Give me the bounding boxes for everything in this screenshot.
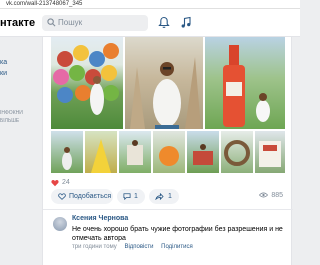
- vk-logo[interactable]: нтакте: [0, 17, 35, 29]
- comment-time[interactable]: три години тому: [72, 244, 117, 250]
- comment-text: Не очень хорошо брать чужие фотографии б…: [72, 226, 283, 242]
- like-outline-icon: [58, 193, 66, 200]
- like-button[interactable]: Подобається: [51, 189, 113, 204]
- vk-header: нтакте Пошук: [0, 9, 300, 37]
- comment-author[interactable]: Ксения Чернова: [72, 215, 128, 222]
- post-photo-1[interactable]: [51, 37, 123, 129]
- photo-woman-picture: [130, 57, 201, 129]
- search-icon: [47, 18, 56, 27]
- browser-address-bar[interactable]: vk.com/wall-213748067_345: [0, 0, 300, 9]
- post-thumb-6[interactable]: [221, 131, 253, 173]
- views-counter: 885: [259, 192, 283, 199]
- post-thumb-4[interactable]: [153, 131, 185, 173]
- left-nav: ка ки ІНФОКНИ БІЛЬШЕ: [0, 37, 40, 265]
- thumb-3-picture: [127, 140, 143, 165]
- thumb-5-picture: [193, 144, 213, 165]
- eye-icon: [259, 192, 269, 198]
- nav-item-2[interactable]: ки: [0, 70, 7, 77]
- post-thumb-7[interactable]: [255, 131, 285, 173]
- search-placeholder: Пошук: [58, 18, 83, 27]
- thumb-4-picture: [159, 146, 179, 166]
- post-photo-3[interactable]: [205, 37, 285, 129]
- reply-link[interactable]: Відповісти: [124, 244, 153, 250]
- thumb-7-picture: [259, 141, 281, 167]
- like-count: 24: [62, 179, 70, 186]
- views-count: 885: [271, 192, 283, 199]
- photo-bottle-picture: [223, 45, 270, 127]
- music-icon[interactable]: [180, 16, 192, 29]
- post-thumb-1[interactable]: [51, 131, 83, 173]
- comment-icon: [123, 193, 131, 200]
- repost-count: 1: [168, 193, 172, 200]
- nav-item-info[interactable]: ІНФОКНИ: [0, 110, 23, 116]
- share-arrow-icon: [155, 193, 164, 200]
- comment-meta: три години тому Відповісти Поділитися: [72, 244, 199, 250]
- heart-icon: [51, 180, 59, 187]
- post-thumb-3[interactable]: [119, 131, 151, 173]
- comment-count: 1: [134, 193, 138, 200]
- wall-post: 24 Подобається 1 1 885 Ксения Чернова Не…: [42, 37, 293, 265]
- photo-barrels-picture: [53, 43, 119, 115]
- like-button-label: Подобається: [69, 193, 112, 200]
- search-input[interactable]: Пошук: [42, 15, 148, 31]
- comments-divider: [43, 209, 293, 210]
- url-text[interactable]: vk.com/wall-213748067_345: [6, 0, 82, 9]
- nav-item-more[interactable]: БІЛЬШЕ: [0, 118, 19, 124]
- thumb-6-picture: [224, 140, 250, 166]
- avatar[interactable]: [53, 217, 67, 231]
- repost-button[interactable]: 1: [149, 189, 179, 204]
- post-photo-2[interactable]: [125, 37, 203, 129]
- share-link[interactable]: Поділитися: [161, 244, 193, 250]
- post-thumb-5[interactable]: [187, 131, 219, 173]
- nav-item-1[interactable]: ка: [0, 59, 7, 66]
- thumb-2-picture: [91, 139, 111, 173]
- post-thumb-2[interactable]: [85, 131, 117, 173]
- comment-button[interactable]: 1: [117, 189, 145, 204]
- thumb-1-picture: [62, 147, 72, 170]
- bell-icon[interactable]: [158, 16, 170, 29]
